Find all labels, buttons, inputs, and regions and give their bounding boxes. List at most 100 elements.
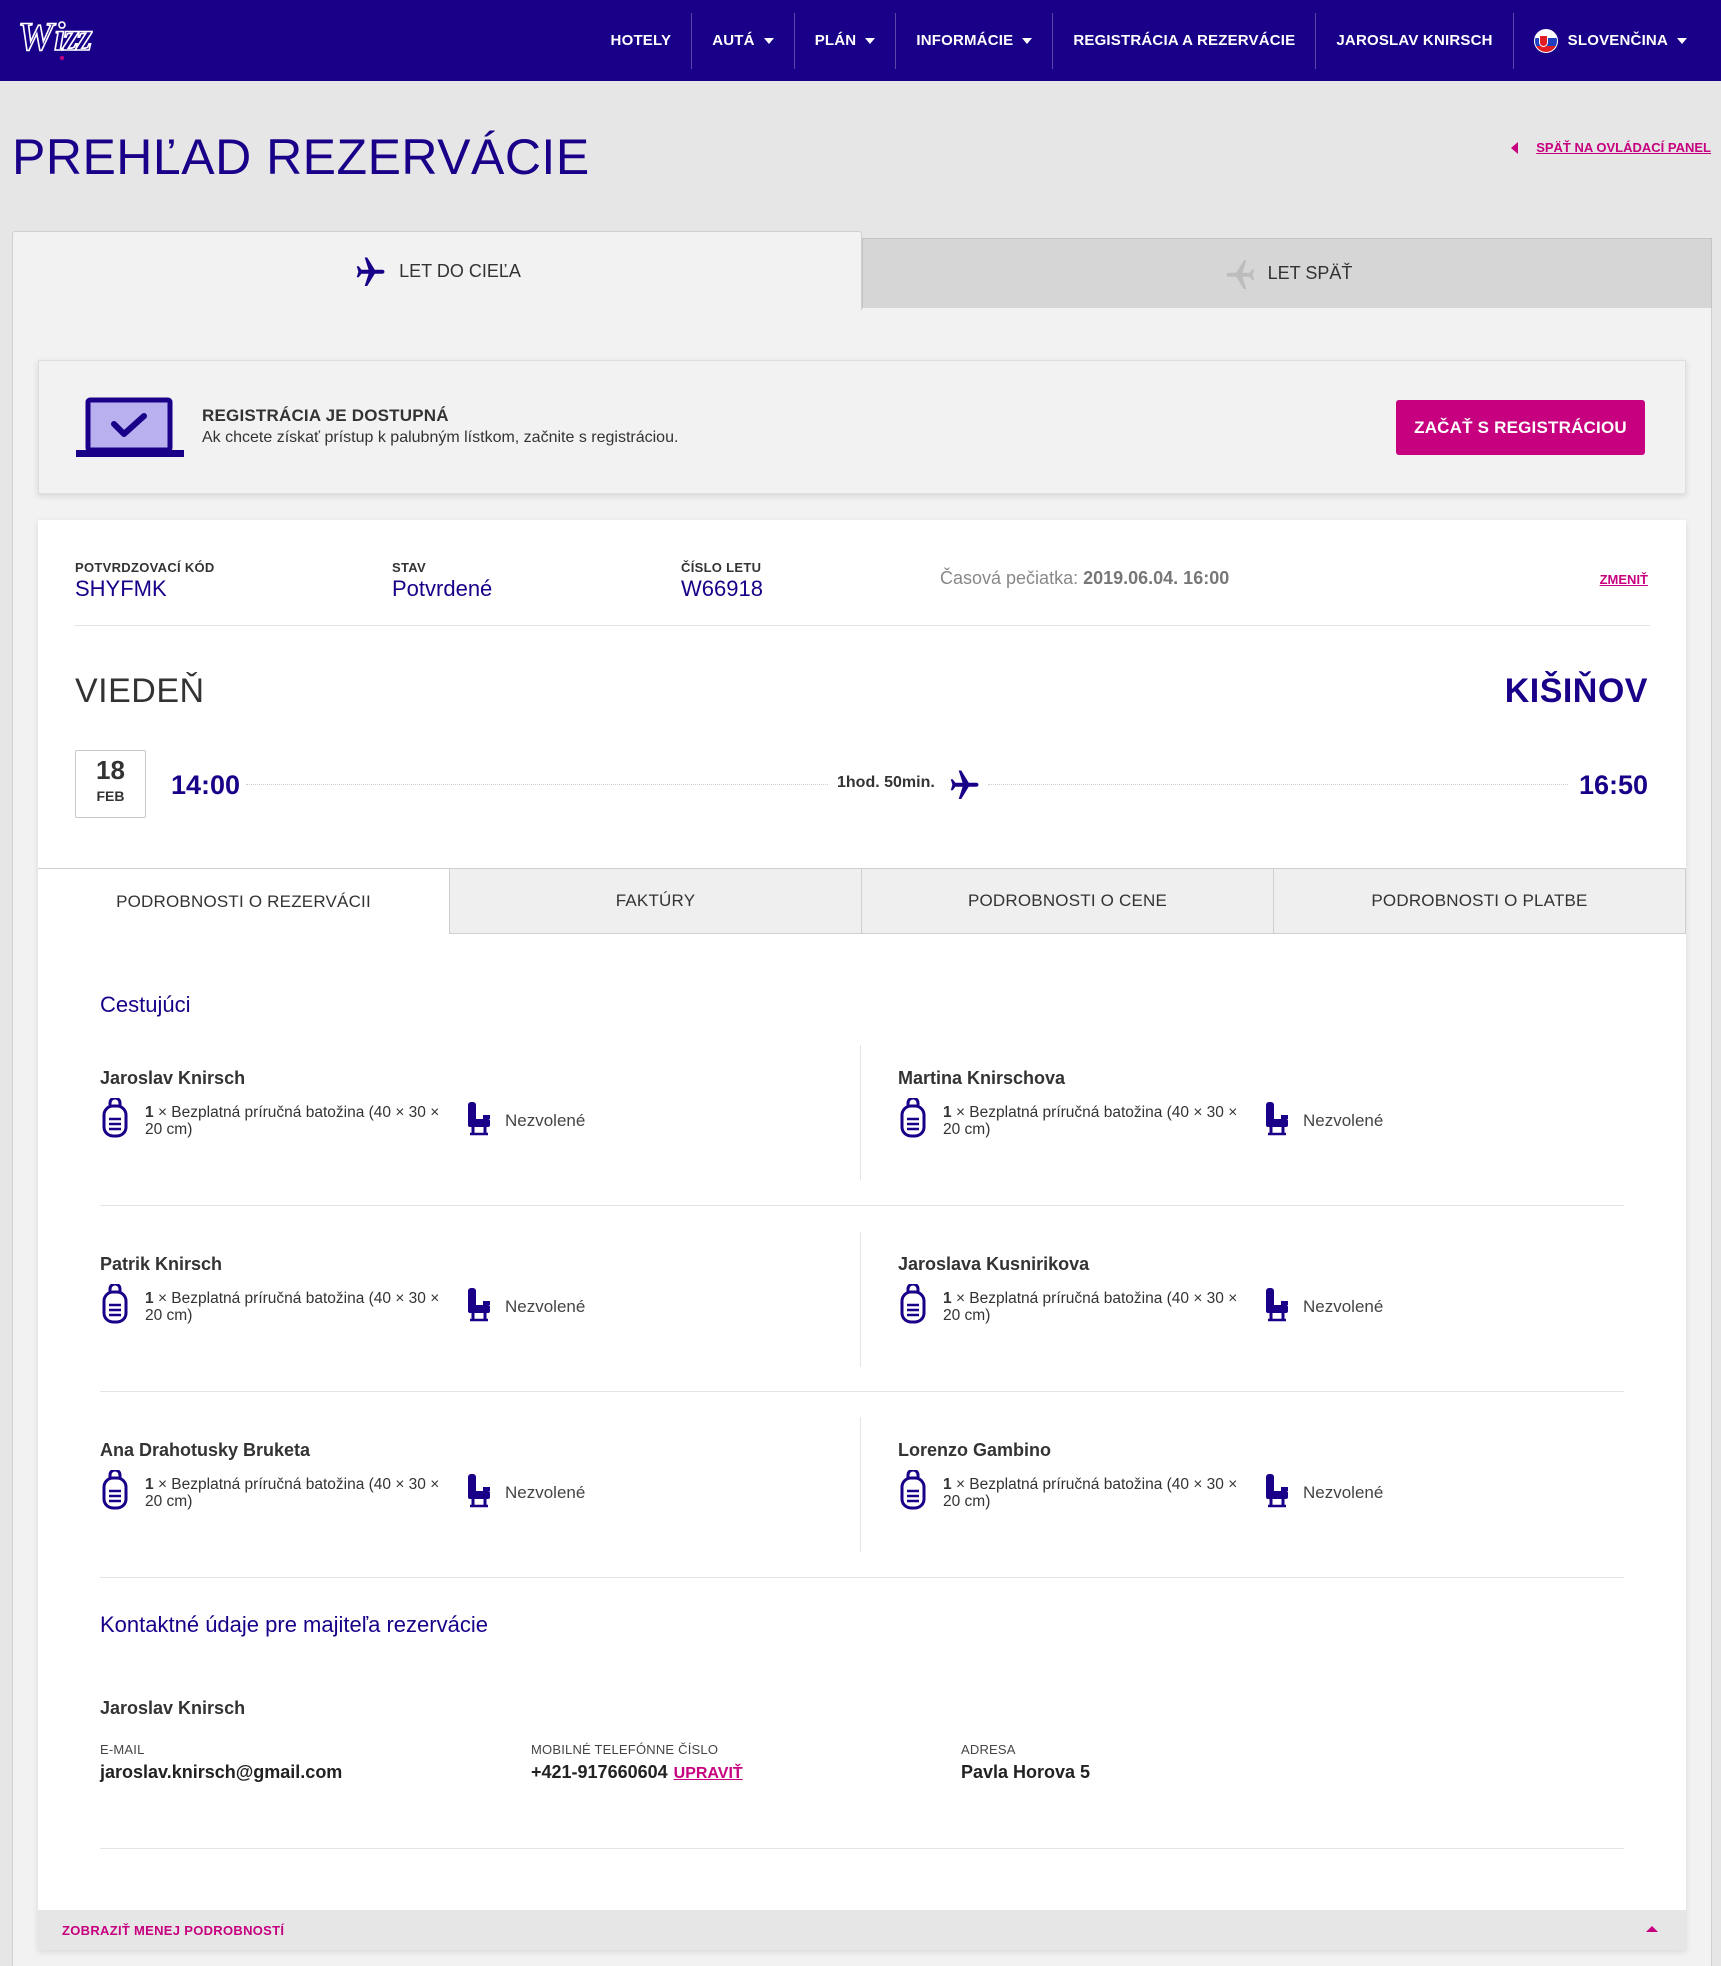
baggage-info: 1 × Bezplatná príručná batožina (40 × 30… <box>943 1476 1253 1510</box>
passenger-card: Martina Knirschova 1 × Bezplatná príručn… <box>898 1068 1658 1198</box>
tab-outbound-flight[interactable]: LET DO CIEĽA <box>12 231 862 310</box>
nav-plan-label: PLÁN <box>814 32 857 49</box>
passenger-name: Jaroslav Knirsch <box>100 1068 246 1088</box>
tab-outbound-label: LET DO CIEĽA <box>399 260 521 281</box>
top-navigation: W izz HOTELY AUTÁ PLÁN INFORMÁCIE REGIST… <box>0 0 1721 81</box>
departure-city: VIEDEŇ <box>75 672 205 710</box>
passenger-card: Jaroslav Knirsch 1 × Bezplatná príručná … <box>100 1068 860 1198</box>
tab-return-flight[interactable]: LET SPÄŤ <box>862 238 1712 308</box>
laptop-check-icon <box>75 397 185 466</box>
nav-cars-label: AUTÁ <box>712 32 755 49</box>
caret-down-icon <box>763 37 774 44</box>
flight-day: 18 <box>96 755 125 785</box>
column-divider <box>860 1045 861 1180</box>
nav-language-label: SLOVENČINA <box>1567 32 1668 49</box>
seat-status: Nezvolené <box>505 1111 586 1130</box>
start-checkin-button[interactable]: ZAČAŤ S REGISTRÁCIOU <box>1396 400 1645 455</box>
passenger-name: Ana Drahotusky Bruketa <box>100 1440 311 1460</box>
checkin-subtitle: Ak chcete získať prístup k palubným líst… <box>202 429 679 446</box>
svg-text:izz: izz <box>54 14 93 59</box>
confirmation-code: SHYFMK <box>75 576 167 601</box>
confirmation-code-label: POTVRDZOVACÍ KÓD <box>75 560 215 575</box>
page-title: PREHĽAD REZERVÁCIE <box>12 129 590 185</box>
tab-payment-details[interactable]: PODROBNOSTI O PLATBE <box>1273 868 1686 934</box>
seat-icon <box>1263 1470 1291 1515</box>
detail-tabs: PODROBNOSTI O REZERVÁCII FAKTÚRY PODROBN… <box>38 868 1686 934</box>
caret-down-icon <box>865 37 876 44</box>
timestamp-label: Časová pečiatka: <box>940 568 1079 588</box>
backpack-icon <box>898 1282 928 1329</box>
baggage-description: × Bezplatná príručná batožina (40 × 30 ×… <box>145 1290 440 1324</box>
passenger-name: Patrik Knirsch <box>100 1254 223 1274</box>
phone-number: +421-917660604 <box>531 1762 668 1782</box>
seat-icon <box>465 1284 493 1329</box>
passenger-card: Lorenzo Gambino 1 × Bezplatná príručná b… <box>898 1440 1658 1570</box>
caret-down-icon <box>1022 37 1033 44</box>
baggage-description: × Bezplatná príručná batožina (40 × 30 ×… <box>943 1104 1238 1138</box>
caret-down-icon <box>1677 37 1687 44</box>
backpack-icon <box>100 1282 130 1329</box>
baggage-info: 1 × Bezplatná príručná batožina (40 × 30… <box>943 1104 1253 1138</box>
divider <box>100 1577 1624 1578</box>
edit-phone-link[interactable]: UPRAVIŤ <box>674 1765 743 1782</box>
route-line <box>246 784 828 785</box>
flight-month: FEB <box>96 788 125 804</box>
tab-price-details[interactable]: PODROBNOSTI O CENE <box>861 868 1273 934</box>
contact-phone: +421-917660604 UPRAVIŤ <box>531 1762 743 1783</box>
plane-icon <box>356 257 385 286</box>
back-link-label: SPÄŤ NA OVLÁDACÍ PANEL <box>1536 140 1711 155</box>
backpack-icon <box>100 1468 130 1515</box>
timestamp-value: 2019.06.04. 16:00 <box>1083 568 1230 588</box>
show-less-details-link[interactable]: ZOBRAZIŤ MENEJ PODROBNOSTÍ <box>62 1923 284 1938</box>
phone-label: MOBILNÉ TELEFÓNNE ČÍSLO <box>531 1742 719 1757</box>
flight-duration: 1hod. 50min. <box>837 774 935 791</box>
divider <box>74 625 1650 626</box>
divider <box>100 1391 1624 1392</box>
seat-icon <box>1263 1284 1291 1329</box>
email-label: E-MAIL <box>100 1742 145 1757</box>
passenger-card: Ana Drahotusky Bruketa 1 × Bezplatná prí… <box>100 1440 860 1570</box>
nav-language-selector[interactable]: SLOVENČINA <box>1512 12 1707 69</box>
nav-hotels[interactable]: HOTELY <box>591 13 692 69</box>
chevron-up-icon[interactable] <box>1646 1926 1658 1932</box>
divider <box>100 1848 1624 1849</box>
back-arrow-icon <box>1511 141 1519 154</box>
tab-invoices[interactable]: FAKTÚRY <box>449 868 861 934</box>
nav-cars[interactable]: AUTÁ <box>691 12 793 69</box>
contact-name: Jaroslav Knirsch <box>100 1698 246 1718</box>
nav-plan[interactable]: PLÁN <box>793 12 896 69</box>
back-to-dashboard-link[interactable]: SPÄŤ NA OVLÁDACÍ PANEL <box>1511 140 1711 155</box>
nav-checkin-bookings[interactable]: REGISTRÁCIA A REZERVÁCIE <box>1052 12 1315 69</box>
address-label: ADRESA <box>961 1742 1016 1757</box>
slovak-flag-icon <box>1533 28 1558 53</box>
status-label: STAV <box>392 560 426 575</box>
baggage-description: × Bezplatná príručná batožina (40 × 30 ×… <box>943 1290 1238 1324</box>
contact-section-title: Kontaktné údaje pre majiteľa rezervácie <box>100 1612 488 1637</box>
change-booking-link[interactable]: ZMENIŤ <box>1600 572 1648 587</box>
nav-user-name: JAROSLAV KNIRSCH <box>1336 32 1493 49</box>
plane-icon <box>947 766 983 807</box>
nav-information[interactable]: INFORMÁCIE <box>895 12 1052 69</box>
seat-status: Nezvolené <box>1303 1297 1384 1316</box>
baggage-description: × Bezplatná príručná batožina (40 × 30 ×… <box>145 1104 440 1138</box>
booking-card: POTVRDZOVACÍ KÓD SHYFMK STAV Potvrdené Č… <box>38 520 1686 1950</box>
contact-email: jaroslav.knirsch@gmail.com <box>100 1762 343 1782</box>
svg-text:W: W <box>18 14 56 59</box>
nav-checkin-bookings-label: REGISTRÁCIA A REZERVÁCIE <box>1073 32 1296 49</box>
passenger-name: Jaroslava Kusnirikova <box>898 1254 1090 1274</box>
baggage-quantity: 1 <box>145 1104 154 1121</box>
tab-booking-details[interactable]: PODROBNOSTI O REZERVÁCII <box>38 868 449 934</box>
seat-status: Nezvolené <box>1303 1483 1384 1502</box>
backpack-icon <box>100 1096 130 1143</box>
booking-status: Potvrdené <box>392 576 493 601</box>
flight-number-label: ČÍSLO LETU <box>681 560 762 575</box>
column-divider <box>860 1232 861 1367</box>
nav-user-profile[interactable]: JAROSLAV KNIRSCH <box>1315 12 1512 69</box>
departure-time: 14:00 <box>171 770 241 800</box>
wizz-logo[interactable]: W izz <box>16 13 120 66</box>
seat-icon <box>465 1470 493 1515</box>
seat-status: Nezvolené <box>1303 1111 1384 1130</box>
route-line <box>988 784 1568 785</box>
baggage-info: 1 × Bezplatná príručná batožina (40 × 30… <box>145 1290 455 1324</box>
details-toggle-bar[interactable]: ZOBRAZIŤ MENEJ PODROBNOSTÍ <box>38 1910 1686 1950</box>
